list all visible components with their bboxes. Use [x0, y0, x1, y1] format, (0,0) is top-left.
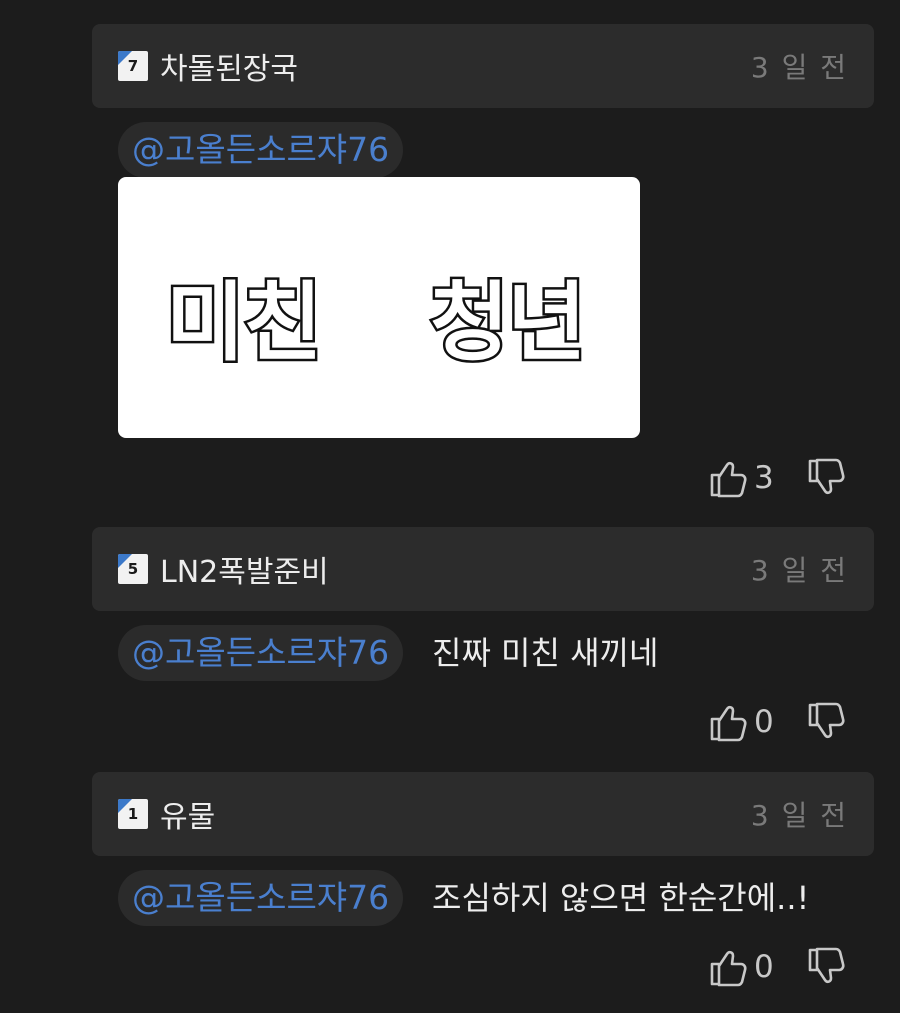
like-count: 0 [754, 949, 774, 985]
like-count: 0 [754, 704, 774, 740]
level-badge-icon: 1 [118, 799, 148, 829]
comment-body: @고올든소르쟈76 조심하지 않으면 한순간에..! [118, 870, 900, 926]
comment-text: 조심하지 않으면 한순간에..! [432, 879, 810, 917]
thumbs-down-icon[interactable] [806, 453, 846, 503]
level-number: 1 [127, 805, 139, 823]
timestamp: 3 일 전 [750, 51, 848, 84]
comment-body: @고올든소르쟈76 진짜 미친 새끼네 [118, 625, 900, 681]
mention-tag[interactable]: @고올든소르쟈76 [118, 122, 404, 178]
thumbs-up-icon[interactable] [708, 453, 748, 503]
level-badge-icon: 5 [118, 554, 148, 584]
comment-header: 1 유물 3 일 전 [92, 772, 874, 856]
timestamp: 3 일 전 [750, 554, 848, 587]
comment-text: 진짜 미친 새끼네 [432, 634, 659, 672]
comment-actions: 3 [660, 453, 860, 503]
username[interactable]: LN2폭발준비 [160, 547, 329, 591]
comment-actions: 0 [660, 942, 860, 992]
comment-body: @고올든소르쟈76 [118, 122, 900, 178]
level-number: 5 [127, 560, 139, 578]
comment-item: 5 LN2폭발준비 3 일 전 @고올든소르쟈76 진짜 미친 새끼네 [92, 527, 874, 681]
thumbs-up-icon[interactable] [708, 697, 748, 747]
like-count: 3 [754, 460, 774, 496]
thumbs-up-icon[interactable] [708, 942, 748, 992]
comment-header: 5 LN2폭발준비 3 일 전 [92, 527, 874, 611]
comment-item: 7 차돌된장국 3 일 전 @고올든소르쟈76 [92, 24, 874, 178]
level-badge-icon: 7 [118, 51, 148, 81]
sticker-text-left: 미친 [163, 271, 324, 376]
sticker-image: 미친 청년 [118, 177, 640, 438]
comment-item: 1 유물 3 일 전 @고올든소르쟈76 조심하지 않으면 한순간에..! [92, 772, 874, 926]
thumbs-down-icon[interactable] [806, 697, 846, 747]
sticker-text-right: 청년 [427, 271, 588, 376]
comment-actions: 0 [660, 697, 860, 747]
mention-tag[interactable]: @고올든소르쟈76 [118, 870, 404, 926]
timestamp: 3 일 전 [750, 799, 848, 832]
username[interactable]: 차돌된장국 [160, 44, 298, 88]
level-number: 7 [127, 57, 139, 75]
comment-header: 7 차돌된장국 3 일 전 [92, 24, 874, 108]
username[interactable]: 유물 [160, 792, 215, 836]
mention-tag[interactable]: @고올든소르쟈76 [118, 625, 404, 681]
thumbs-down-icon[interactable] [806, 942, 846, 992]
